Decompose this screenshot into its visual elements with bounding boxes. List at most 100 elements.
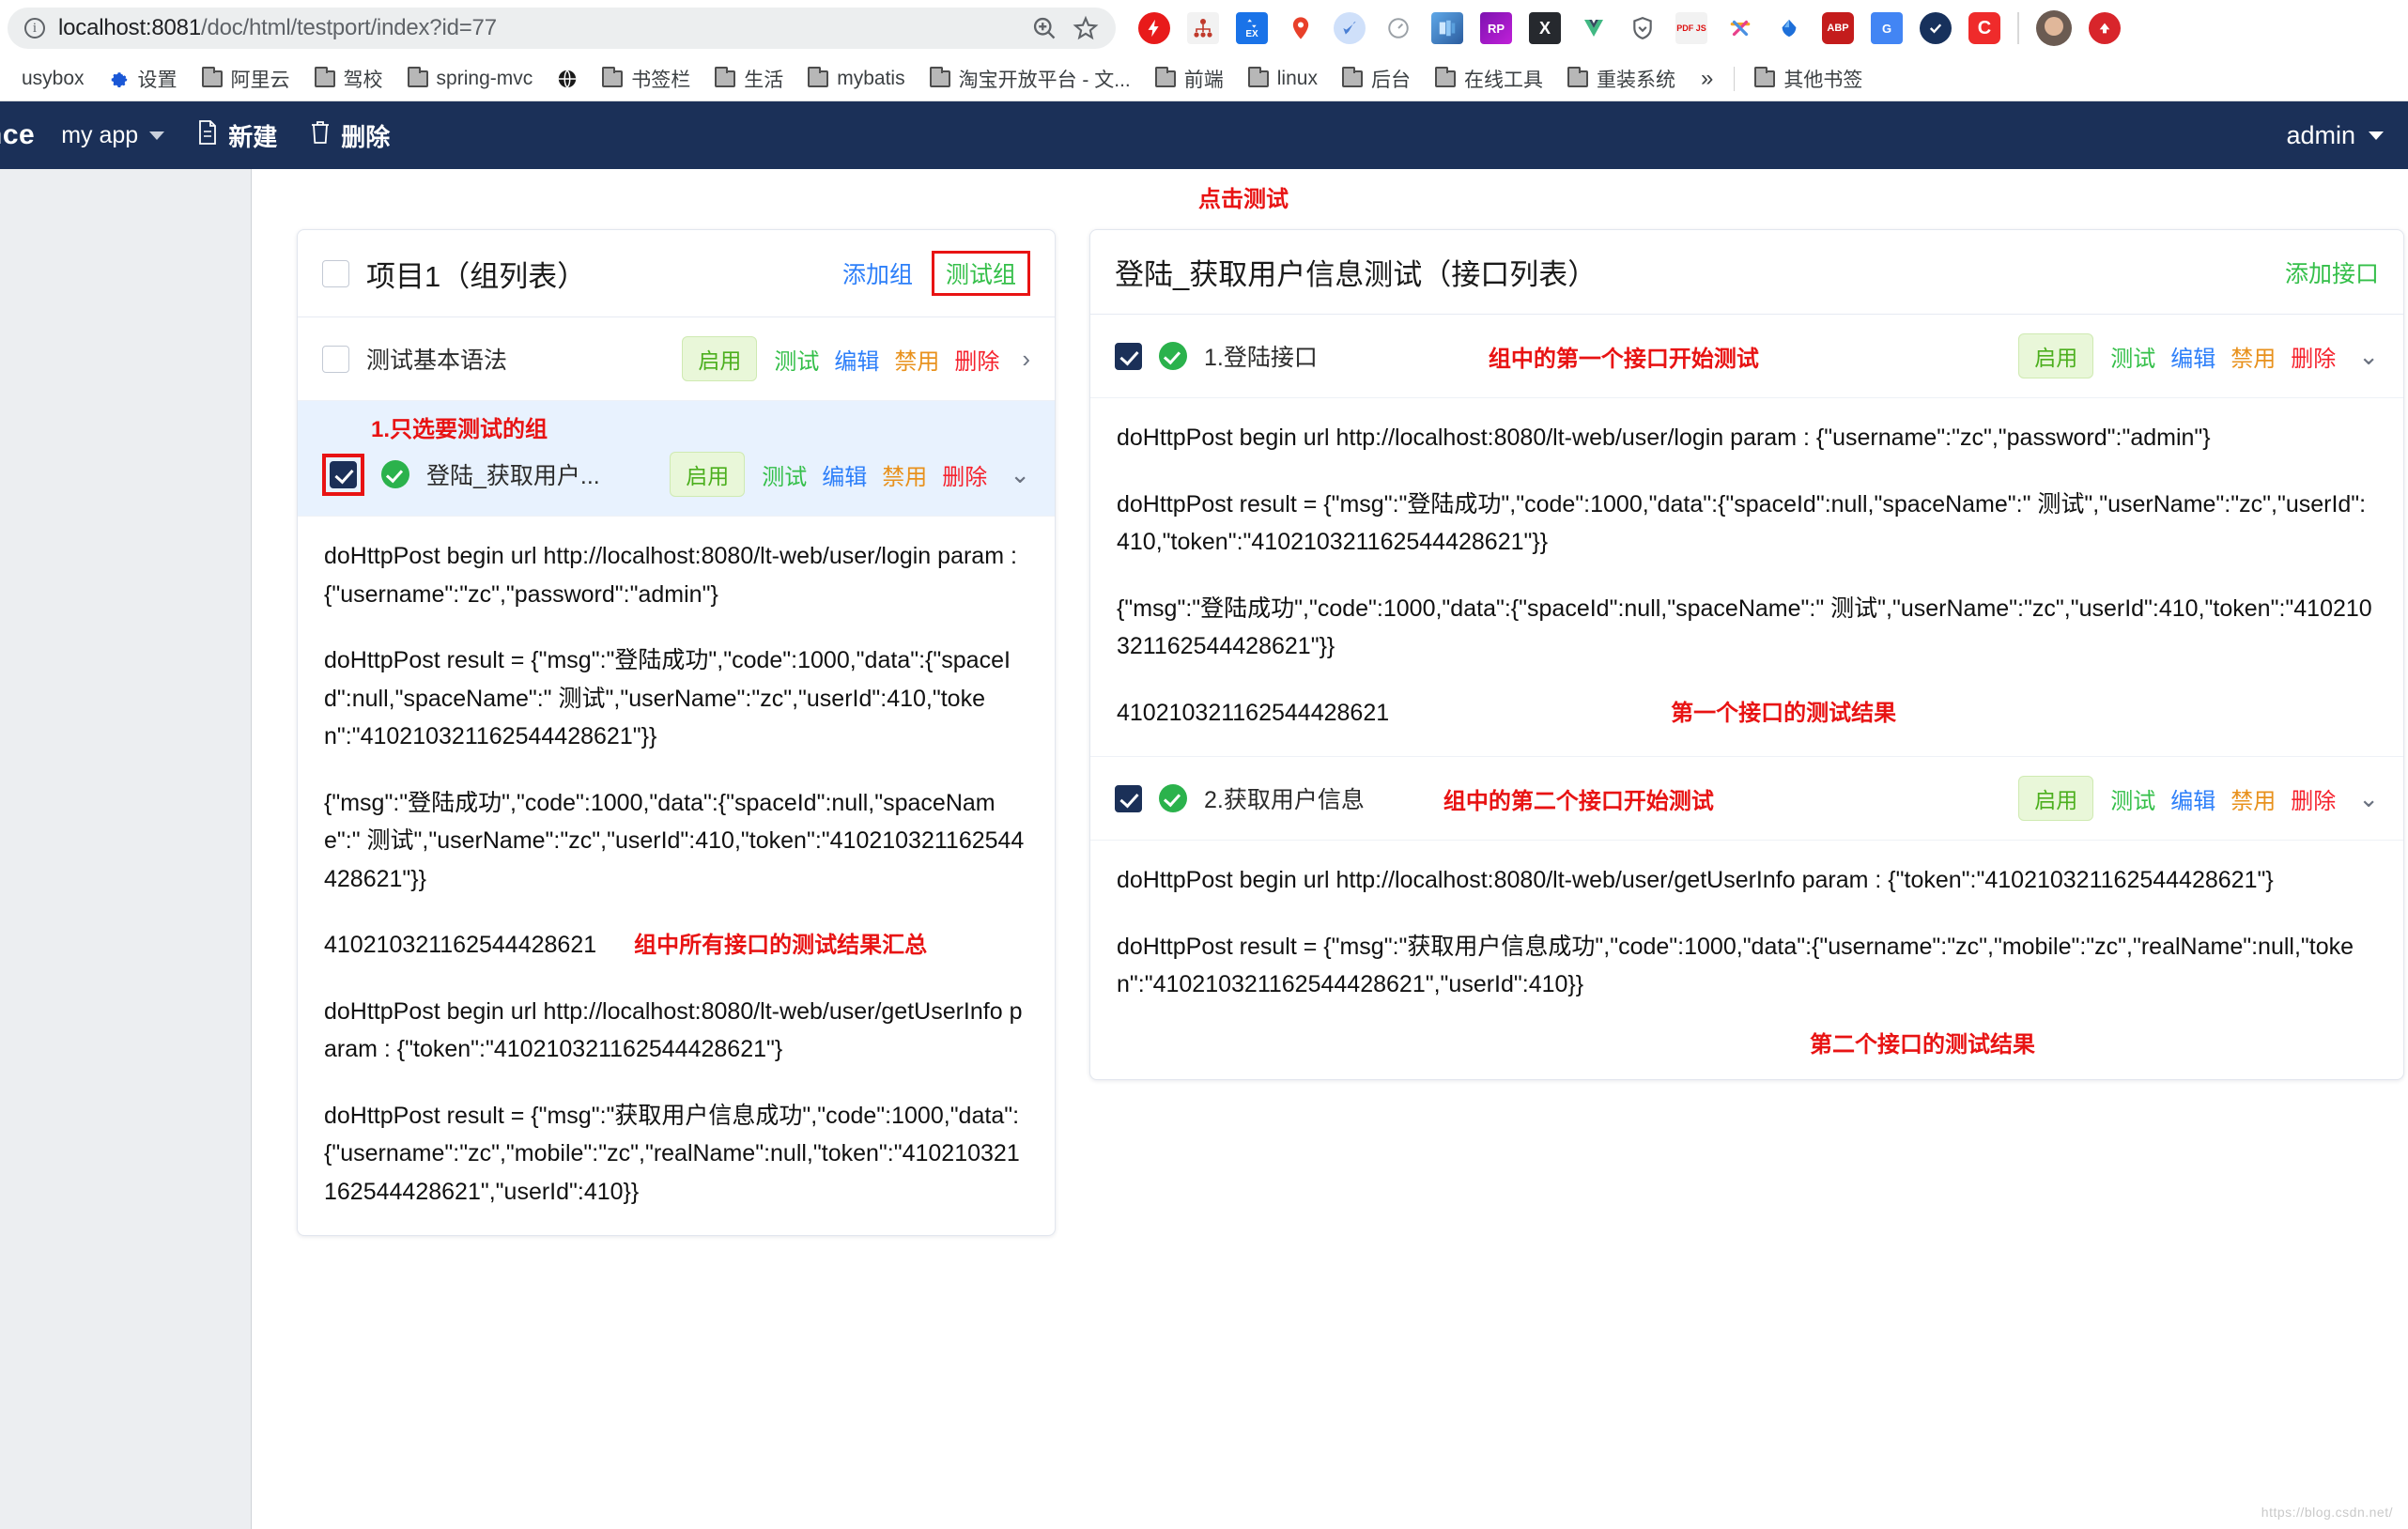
globe-icon [557, 69, 578, 89]
folder-icon [1567, 66, 1588, 87]
extension-rp-icon[interactable]: RP [1480, 12, 1512, 44]
bookmark-label: linux [1276, 67, 1318, 89]
api-row[interactable]: 2.获取用户信息 组中的第二个接口开始测试 启用 测试 编辑 禁用 删除 ⌄ [1090, 757, 2403, 842]
extension-pdfjs-icon[interactable]: PDF JS [1675, 12, 1707, 44]
bookmark-item-life[interactable]: 生活 [702, 61, 795, 97]
extension-blue-drop-icon[interactable] [1773, 12, 1805, 44]
address-bar[interactable]: i localhost:8081/doc/html/testport/index… [8, 8, 1116, 49]
test-group-button[interactable]: 测试组 [931, 251, 1030, 296]
bookmark-label: usybox [22, 67, 85, 89]
chevron-down-icon[interactable]: ⌄ [2358, 342, 2379, 371]
app-selector[interactable]: my app [61, 122, 165, 149]
bookmarks-overflow-button[interactable]: » [1688, 66, 1726, 92]
api-row[interactable]: 1.登陆接口 组中的第一个接口开始测试 启用 测试 编辑 禁用 删除 ⌄ [1090, 315, 2403, 398]
delete-button[interactable]: 删除 [309, 118, 390, 153]
api-row-checkbox[interactable] [1115, 342, 1142, 370]
bookmark-item-mybatis[interactable]: mybatis [795, 64, 917, 94]
create-button-label: 新建 [228, 122, 278, 151]
bookmark-item-backend[interactable]: 后台 [1330, 61, 1423, 97]
add-api-button[interactable]: 添加接口 [2285, 255, 2379, 289]
bookmark-item-other-bookmarks[interactable]: 其他书签 [1742, 61, 1875, 97]
bookmark-item-aliyun[interactable]: 阿里云 [190, 61, 302, 97]
bookmark-item-taobao-open[interactable]: 淘宝开放平台 - 文... [918, 61, 1143, 97]
bookmark-item-linux[interactable]: linux [1236, 64, 1330, 94]
sidebar-rail [0, 169, 252, 1529]
bookmark-item-online-tools[interactable]: 在线工具 [1423, 61, 1555, 97]
create-button[interactable]: 新建 [196, 118, 277, 153]
chevron-down-icon[interactable]: ⌄ [2358, 784, 2379, 813]
log-line: doHttpPost begin url http://localhost:80… [324, 543, 1017, 608]
zoom-icon[interactable] [1031, 15, 1057, 41]
profile-avatar[interactable] [2036, 10, 2072, 46]
api-test-link[interactable]: 测试 [2110, 782, 2155, 815]
api-status-success-icon [1159, 342, 1187, 370]
group-edit-link[interactable]: 编辑 [822, 458, 867, 491]
api-row-actions: 测试 编辑 禁用 删除 ⌄ [2110, 782, 2379, 815]
bookmark-item-settings[interactable]: 设置 [97, 61, 190, 97]
chevron-right-icon[interactable]: › [1022, 345, 1030, 374]
extension-x-icon[interactable]: X [1529, 12, 1561, 44]
omnibox-right-icons [1031, 15, 1099, 41]
log-line: 410210321162544428621 组中所有接口的测试结果汇总 [324, 926, 1028, 965]
api-disable-link[interactable]: 禁用 [2230, 340, 2276, 373]
extension-vue-devtools-icon[interactable] [1578, 12, 1610, 44]
bookmark-item-jiaxiao[interactable]: 驾校 [302, 61, 395, 97]
extension-flash-block-icon[interactable] [1138, 12, 1170, 44]
annotation-select-group-only: 1.只选要测试的组 [371, 417, 548, 442]
extension-bird-icon[interactable] [1334, 12, 1366, 44]
bookmark-label: 其他书签 [1783, 69, 1863, 91]
bookmark-star-icon[interactable] [1073, 15, 1099, 41]
chevron-down-icon[interactable]: ⌄ [1010, 460, 1030, 489]
user-menu[interactable]: admin [2286, 121, 2384, 150]
group-row[interactable]: 1.只选要测试的组 登陆_获取用户... 启用 测试 编辑 禁用 删除 ⌄ [298, 401, 1055, 517]
bookmark-item-globe[interactable] [545, 65, 590, 93]
extension-c-red-icon[interactable]: C [1968, 12, 2000, 44]
group-row-checkbox[interactable] [330, 460, 357, 488]
bookmark-item-bookmarks-bar[interactable]: 书签栏 [590, 61, 702, 97]
browser-update-button[interactable] [2089, 12, 2121, 44]
bookmark-item-frontend[interactable]: 前端 [1143, 61, 1236, 97]
user-menu-label: admin [2286, 120, 2355, 149]
extension-location-pin-icon[interactable] [1285, 12, 1317, 44]
extension-adblock-plus-icon[interactable]: ABP [1822, 12, 1854, 44]
extension-shield-down-icon[interactable] [1627, 12, 1659, 44]
log-line: doHttpPost begin url http://localhost:80… [1117, 867, 2274, 894]
bookmark-item-reinstall-system[interactable]: 重装系统 [1555, 61, 1688, 97]
api-delete-link[interactable]: 删除 [2291, 340, 2336, 373]
group-status-success-icon [381, 460, 409, 488]
folder-icon [808, 66, 829, 87]
group-disable-link[interactable]: 禁用 [882, 458, 927, 491]
api-edit-link[interactable]: 编辑 [2170, 782, 2215, 815]
folder-icon [1154, 66, 1176, 87]
site-info-icon[interactable]: i [24, 18, 45, 39]
extension-check-circle-icon[interactable] [1920, 12, 1952, 44]
api-delete-link[interactable]: 删除 [2291, 782, 2336, 815]
group-list-card: 项目1（组列表） 添加组 测试组 测试基本语法 启用 测试 编辑 禁用 删除 ›… [297, 229, 1056, 1237]
group-row-checkbox[interactable] [322, 345, 349, 373]
extension-sitemap-icon[interactable] [1187, 12, 1219, 44]
group-delete-link[interactable]: 删除 [954, 343, 999, 376]
extension-screenshot-icon[interactable] [1431, 12, 1463, 44]
extension-colorful-star-icon[interactable] [1724, 12, 1756, 44]
folder-icon [314, 66, 335, 87]
bookmark-item-spring-mvc[interactable]: spring-mvc [395, 64, 546, 94]
group-row[interactable]: 测试基本语法 启用 测试 编辑 禁用 删除 › [298, 317, 1055, 401]
api-edit-link[interactable]: 编辑 [2170, 340, 2215, 373]
group-test-link[interactable]: 测试 [774, 343, 819, 376]
select-all-groups-checkbox[interactable] [322, 259, 349, 287]
extension-ex-transfer-icon[interactable]: EX [1236, 12, 1268, 44]
chevron-down-icon [149, 131, 165, 140]
group-disable-link[interactable]: 禁用 [894, 343, 939, 376]
api-test-link[interactable]: 测试 [2110, 340, 2155, 373]
bookmark-item-usybox[interactable]: usybox [9, 64, 97, 94]
api-disable-link[interactable]: 禁用 [2230, 782, 2276, 815]
group-delete-link[interactable]: 删除 [942, 458, 987, 491]
api-row-checkbox[interactable] [1115, 784, 1142, 812]
extension-speed-gauge-icon[interactable] [1382, 12, 1414, 44]
group-edit-link[interactable]: 编辑 [834, 343, 879, 376]
extension-google-translate-icon[interactable]: G [1871, 12, 1903, 44]
group-test-link[interactable]: 测试 [762, 458, 807, 491]
trash-icon [309, 119, 332, 152]
add-group-button[interactable]: 添加组 [842, 256, 913, 290]
api-list-header: 登陆_获取用户信息测试（接口列表） 添加接口 [1090, 230, 2403, 315]
